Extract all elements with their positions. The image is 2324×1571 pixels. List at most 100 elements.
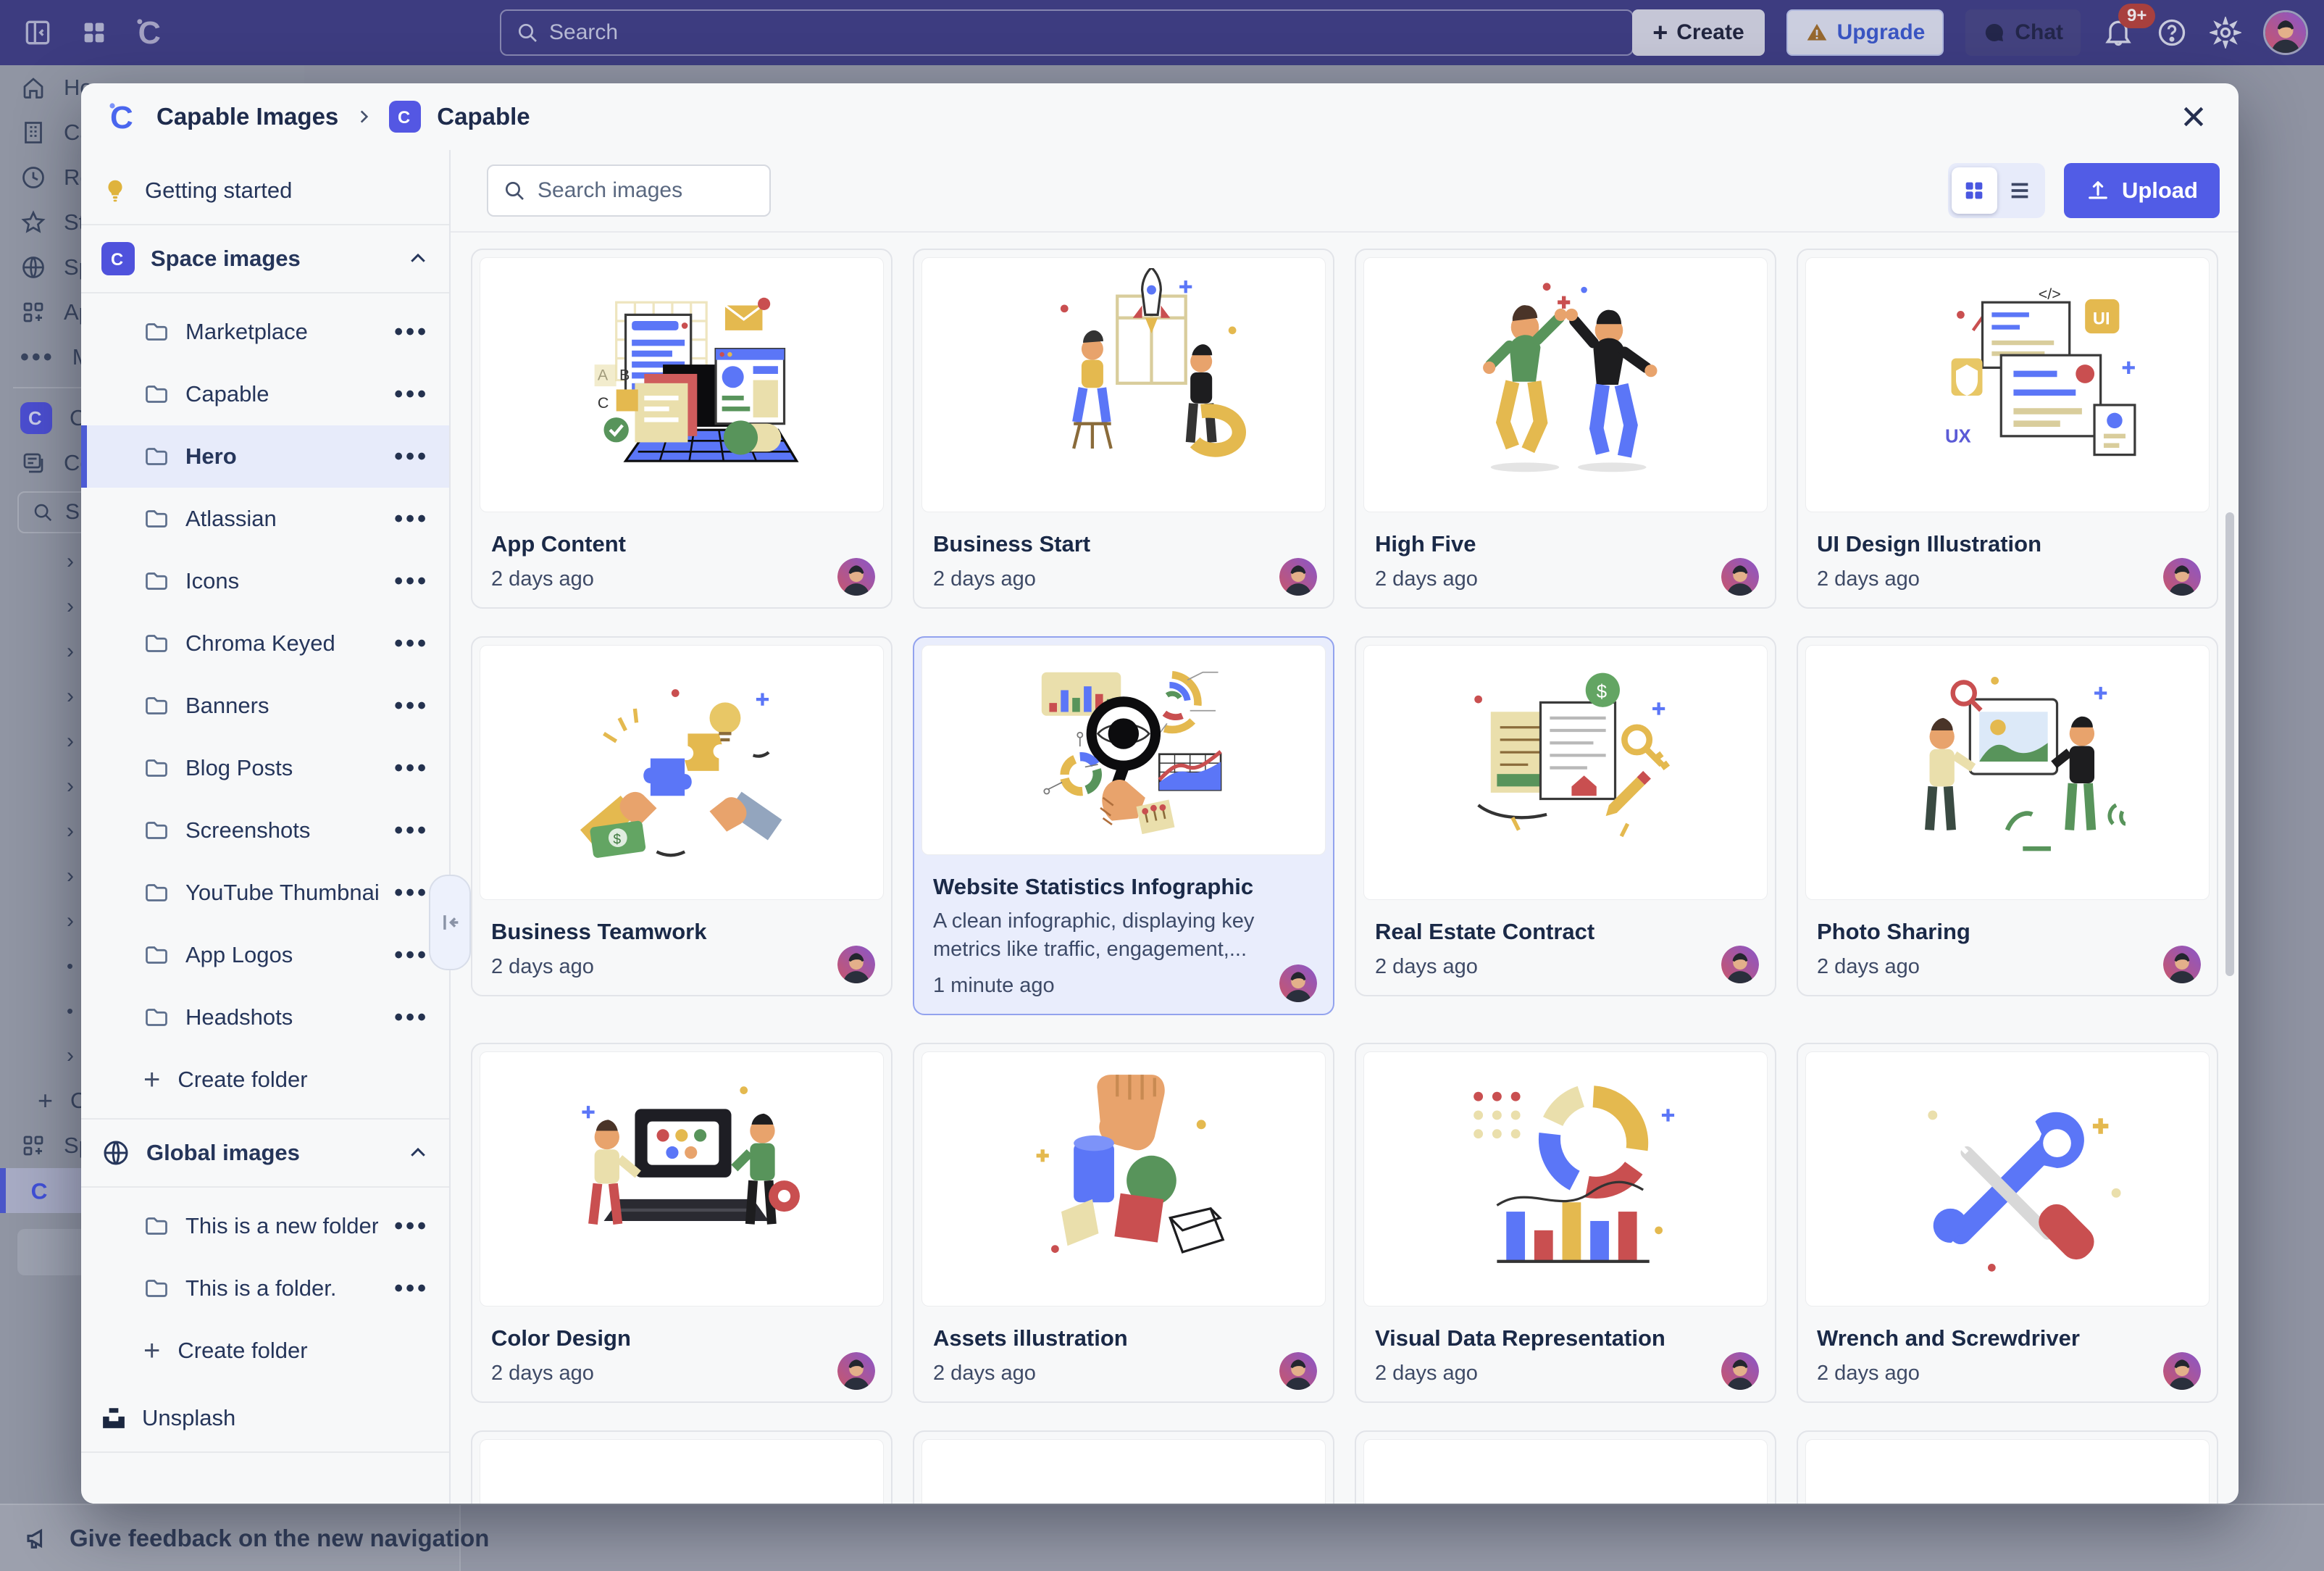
image-card[interactable]: Color Design 2 days ago: [471, 1043, 893, 1403]
sidebar-folder-item[interactable]: Marketplace •••: [81, 301, 449, 363]
card-timestamp: 2 days ago: [933, 567, 1314, 591]
card-owner-avatar: [837, 1352, 875, 1390]
breadcrumb-current[interactable]: Capable: [437, 103, 530, 130]
card-title: Business Teamwork: [491, 919, 872, 945]
sidebar-folder-item[interactable]: Chroma Keyed •••: [81, 612, 449, 675]
capable-space-icon: C: [389, 101, 421, 133]
card-footer: Website Statistics Infographic A clean i…: [914, 862, 1333, 1014]
card-timestamp: 2 days ago: [1817, 955, 2198, 979]
svg-text:C: C: [598, 394, 609, 412]
image-search-placeholder: Search images: [538, 178, 682, 203]
settings-button[interactable]: [2210, 17, 2241, 49]
folder-icon: [143, 817, 170, 843]
sidebar-folder-item[interactable]: Headshots •••: [81, 986, 449, 1049]
card-timestamp: 2 days ago: [491, 955, 872, 979]
user-avatar[interactable]: [2263, 10, 2308, 55]
upload-button[interactable]: Upload: [2064, 163, 2220, 218]
image-card[interactable]: Wrench and Screwdriver 2 days ago: [1797, 1043, 2218, 1403]
image-card[interactable]: Business Start 2 days ago: [913, 249, 1334, 609]
card-footer: Wrench and Screwdriver 2 days ago: [1798, 1314, 2217, 1401]
image-card-partial[interactable]: New Post: [913, 1430, 1334, 1504]
sidebar-folder-item[interactable]: This is a folder. •••: [81, 1257, 449, 1320]
svg-text:UI: UI: [2093, 309, 2110, 328]
card-thumbnail: [921, 257, 1326, 512]
card-title: App Content: [491, 531, 872, 557]
svg-text:C: C: [31, 1178, 48, 1204]
sidebar-folder-item[interactable]: Atlassian •••: [81, 488, 449, 550]
card-title: Real Estate Contract: [1375, 919, 1756, 945]
divider: [81, 292, 449, 293]
breadcrumb-root[interactable]: Capable Images: [156, 103, 338, 130]
card-title: UI Design Illustration: [1817, 531, 2198, 557]
close-icon: [2179, 102, 2208, 131]
chevron-up-icon[interactable]: [407, 1142, 429, 1164]
global-images-section[interactable]: Global images: [81, 1127, 449, 1179]
sidebar-folder-item[interactable]: Capable •••: [81, 363, 449, 425]
image-card[interactable]: UI UX </> UI Design Illustration 2 days …: [1797, 249, 2218, 609]
image-search-input[interactable]: Search images: [487, 164, 771, 217]
sidebar-toggle-button[interactable]: [19, 14, 57, 51]
space-images-section[interactable]: C Space images: [81, 233, 449, 285]
image-card[interactable]: Photo Sharing 2 days ago: [1797, 636, 2218, 996]
feedback-link[interactable]: Give feedback on the new navigation: [70, 1525, 489, 1552]
image-card-partial[interactable]: [471, 1430, 893, 1504]
create-folder-button[interactable]: + Create folder: [81, 1049, 449, 1111]
card-owner-avatar: [1279, 964, 1317, 1002]
chevron-up-icon[interactable]: [407, 248, 429, 270]
global-search-input[interactable]: Search: [500, 9, 1634, 56]
grid-view-button[interactable]: [1952, 167, 1997, 214]
sidebar-folder-item[interactable]: Icons •••: [81, 550, 449, 612]
sidebar-folder-item[interactable]: Screenshots •••: [81, 799, 449, 862]
image-card[interactable]: Visual Data Representation 2 days ago: [1355, 1043, 1776, 1403]
image-card[interactable]: ABC App Content 2 days ago: [471, 249, 893, 609]
divider: [81, 1186, 449, 1188]
globe-icon: [20, 254, 46, 280]
capable-logo[interactable]: C: [132, 14, 170, 51]
upgrade-button[interactable]: Upgrade: [1786, 9, 1944, 56]
card-title: Photo Sharing: [1817, 919, 2198, 945]
card-owner-avatar: [1721, 946, 1759, 983]
apps-icon: [20, 299, 46, 325]
card-title: High Five: [1375, 531, 1756, 557]
unsplash-item[interactable]: Unsplash: [81, 1392, 449, 1444]
sidebar-folder-item[interactable]: YouTube Thumbnails •••: [81, 862, 449, 924]
getting-started-item[interactable]: Getting started: [81, 164, 449, 217]
card-thumbnail: New Post: [921, 1439, 1326, 1504]
card-description: A clean infographic, displaying key metr…: [933, 907, 1268, 964]
card-title: Visual Data Representation: [1375, 1325, 1756, 1351]
sidebar-folder-item[interactable]: Banners •••: [81, 675, 449, 737]
image-card-partial[interactable]: [1355, 1430, 1776, 1504]
card-footer: Assets illustration 2 days ago: [914, 1314, 1333, 1401]
create-folder-button-2[interactable]: + Create folder: [81, 1320, 449, 1382]
close-button[interactable]: [2173, 96, 2214, 137]
svg-text:C: C: [111, 250, 123, 270]
card-footer: Visual Data Representation 2 days ago: [1356, 1314, 1775, 1401]
card-footer: Business Start 2 days ago: [914, 520, 1333, 607]
folder-icon: [143, 506, 170, 532]
list-view-button[interactable]: [1999, 167, 2041, 214]
capable-app-icon: C: [20, 402, 52, 434]
chat-button[interactable]: Chat: [1965, 9, 2081, 56]
sidebar-folder-item[interactable]: App Logos •••: [81, 924, 449, 986]
image-card[interactable]: $ Real Estate Contract 2 days ago: [1355, 636, 1776, 996]
card-footer: Real Estate Contract 2 days ago: [1356, 907, 1775, 995]
sidebar-folder-item[interactable]: This is a new folder •••: [81, 1195, 449, 1257]
sidebar-folder-item[interactable]: Hero •••: [81, 425, 449, 488]
card-owner-avatar: [837, 558, 875, 596]
image-card[interactable]: Assets illustration 2 days ago: [913, 1043, 1334, 1403]
svg-text:$: $: [614, 833, 622, 848]
notifications-button[interactable]: 9+: [2102, 17, 2134, 49]
image-card[interactable]: Website Statistics Infographic A clean i…: [913, 636, 1334, 1015]
upload-icon: [2086, 178, 2110, 203]
app-switcher-button[interactable]: [75, 14, 113, 51]
image-card-partial[interactable]: [1797, 1430, 2218, 1504]
sidebar-collapse-handle[interactable]: [429, 875, 471, 970]
image-card[interactable]: $ Business Teamwork 2 days ago: [471, 636, 893, 996]
chevron-right-icon: [354, 107, 373, 126]
scrollbar-thumb[interactable]: [2225, 512, 2234, 976]
sidebar-folder-item[interactable]: Blog Posts •••: [81, 737, 449, 799]
image-card[interactable]: High Five 2 days ago: [1355, 249, 1776, 609]
global-folder-list: This is a new folder ••• This is a folde…: [81, 1195, 449, 1320]
create-button[interactable]: + Create: [1632, 9, 1764, 56]
help-button[interactable]: [2156, 17, 2188, 49]
